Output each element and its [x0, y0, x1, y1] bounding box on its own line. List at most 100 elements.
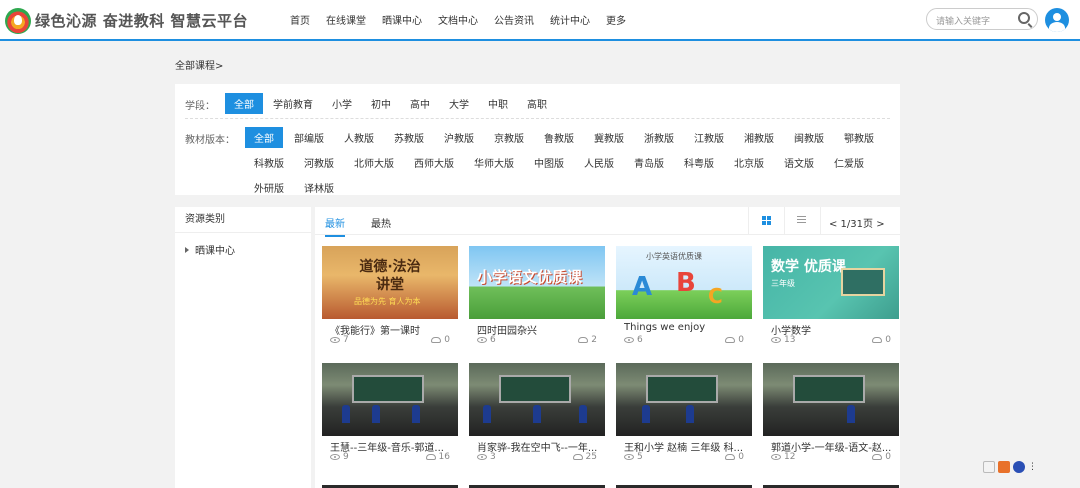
stage-tag[interactable]: 中职	[479, 93, 517, 114]
brand-title[interactable]: 绿色沁源 奋进教科 智慧云平台	[35, 10, 248, 31]
stage-tag[interactable]: 高中	[401, 93, 439, 114]
course-card[interactable]: 道德·法治 讲堂 品德为先 育人为本 《我能行》第一课时 7 0	[322, 246, 458, 351]
edit-icon[interactable]	[983, 461, 995, 473]
edition-tag[interactable]: 沪教版	[435, 127, 483, 148]
nav-item-lesson-center[interactable]: 晒课中心	[382, 12, 422, 27]
edition-tag[interactable]: 科粤版	[675, 152, 723, 173]
edition-tag[interactable]: 华师大版	[465, 152, 523, 173]
course-thumbnail[interactable]	[616, 363, 752, 436]
eye-icon	[624, 453, 634, 460]
nav-item-stats[interactable]: 统计中心	[550, 12, 590, 27]
divider	[820, 207, 821, 234]
edition-tag[interactable]: 苏教版	[385, 127, 433, 148]
user-avatar-icon[interactable]	[1045, 8, 1069, 32]
letter-b: B	[676, 268, 696, 298]
edition-tag[interactable]: 译林版	[295, 177, 343, 198]
stage-tag[interactable]: 高职	[518, 93, 556, 114]
edition-tag[interactable]: 科教版	[245, 152, 293, 173]
course-card[interactable]: 数学 优质课 三年级 小学数学 13 0	[763, 246, 899, 351]
view-count: 6	[637, 335, 643, 345]
edition-tag[interactable]: 青岛版	[625, 152, 673, 173]
s-icon[interactable]	[998, 461, 1010, 473]
course-title[interactable]: Things we enjoy	[624, 322, 748, 333]
edition-tag[interactable]: 鲁教版	[535, 127, 583, 148]
nav-item-online-class[interactable]: 在线课堂	[326, 12, 366, 27]
course-thumbnail[interactable]	[763, 363, 899, 436]
edition-tag[interactable]: 外研版	[245, 177, 293, 198]
download-count: 16	[438, 452, 450, 462]
edition-tag[interactable]: 人民版	[575, 152, 623, 173]
stage-tag[interactable]: 大学	[440, 93, 478, 114]
course-meta: 12 0	[771, 452, 891, 462]
stage-tag[interactable]: 全部	[225, 93, 263, 114]
edition-tag[interactable]: 人教版	[335, 127, 383, 148]
edition-tag[interactable]: 中图版	[525, 152, 573, 173]
eye-icon	[477, 453, 487, 460]
edition-tag[interactable]: 全部	[245, 127, 283, 148]
download-icon	[425, 453, 436, 460]
edition-tag[interactable]: 江教版	[685, 127, 733, 148]
course-card[interactable]: 小学语文优质课 四时田园杂兴 6 2	[469, 246, 605, 351]
thumb-subtext: 品德为先 育人为本	[354, 297, 421, 306]
edition-tag[interactable]: 北京版	[725, 152, 773, 173]
edition-tag[interactable]: 冀教版	[585, 127, 633, 148]
teacher-figure	[847, 405, 855, 423]
edition-tag[interactable]: 鄂教版	[835, 127, 883, 148]
edition-tag[interactable]: 湘教版	[735, 127, 783, 148]
sidebar-title: 资源类别	[175, 207, 311, 233]
search-input[interactable]: 请输入关键字	[926, 8, 1038, 30]
download-count: 25	[585, 452, 597, 462]
edition-tag[interactable]: 北师大版	[345, 152, 403, 173]
view-count: 13	[784, 335, 796, 345]
filter-divider	[185, 118, 890, 119]
download-icon	[872, 336, 883, 343]
course-card[interactable]: 王慧--三年级-音乐-郭道... 9 16	[322, 363, 458, 468]
course-thumbnail[interactable]	[469, 363, 605, 436]
list-view-icon[interactable]	[797, 216, 806, 225]
edition-tag[interactable]: 河教版	[295, 152, 343, 173]
search-icon[interactable]	[1018, 12, 1030, 24]
filter-panel: 学段： 全部 学前教育 小学 初中 高中 大学 中职 高职 教材版本： 全部 部…	[175, 84, 900, 195]
edition-tag[interactable]: 西师大版	[405, 152, 463, 173]
stage-tag[interactable]: 初中	[362, 93, 400, 114]
course-card[interactable]: 郭道小学-一年级-语文-赵... 12 0	[763, 363, 899, 468]
caret-right-icon[interactable]	[185, 246, 189, 253]
pagination[interactable]: < 1/31页 >	[829, 215, 885, 230]
student-figure	[372, 405, 380, 423]
course-thumbnail[interactable]: 道德·法治 讲堂 品德为先 育人为本	[322, 246, 458, 319]
grid-view-icon[interactable]	[762, 216, 771, 225]
nav-item-home[interactable]: 首页	[290, 12, 310, 27]
eye-icon	[624, 336, 634, 343]
edition-tag[interactable]: 部编版	[285, 127, 333, 148]
nav-item-docs[interactable]: 文档中心	[438, 12, 478, 27]
course-thumbnail[interactable]: 小学英语优质课 A B C	[616, 246, 752, 319]
view-count: 6	[490, 335, 496, 345]
sidebar-item-lesson-center[interactable]: 晒课中心	[175, 242, 311, 257]
sidebar-item-label[interactable]: 晒课中心	[195, 242, 235, 257]
course-thumbnail[interactable]: 数学 优质课 三年级	[763, 246, 899, 319]
stage-tag[interactable]: 学前教育	[264, 93, 322, 114]
letter-a: A	[632, 272, 653, 302]
help-icon[interactable]	[1013, 461, 1025, 473]
view-count: 12	[784, 452, 796, 462]
course-meta: 13 0	[771, 335, 891, 345]
student-figure	[686, 405, 694, 423]
logo-icon[interactable]	[5, 8, 31, 34]
nav-item-news[interactable]: 公告资讯	[494, 12, 534, 27]
stage-tag[interactable]: 小学	[323, 93, 361, 114]
course-meta: 9 16	[330, 452, 450, 462]
edition-tag[interactable]: 京教版	[485, 127, 533, 148]
edition-tag[interactable]: 浙教版	[635, 127, 683, 148]
course-thumbnail[interactable]: 小学语文优质课	[469, 246, 605, 319]
more-icon[interactable]: ⋮	[1028, 462, 1037, 472]
course-card[interactable]: 肖家骅-我在空中飞--一年... 3 25	[469, 363, 605, 468]
breadcrumb[interactable]: 全部课程>	[175, 57, 223, 72]
course-thumbnail[interactable]	[322, 363, 458, 436]
edition-tag[interactable]: 语文版	[775, 152, 823, 173]
edition-tag[interactable]: 仁爱版	[825, 152, 873, 173]
edition-tag[interactable]: 闽教版	[785, 127, 833, 148]
course-card[interactable]: 小学英语优质课 A B C Things we enjoy 6 0	[616, 246, 752, 351]
course-card[interactable]: 王和小学 赵楠 三年级 科... 5 0	[616, 363, 752, 468]
nav-item-more[interactable]: 更多	[606, 12, 626, 27]
student-figure	[533, 405, 541, 423]
